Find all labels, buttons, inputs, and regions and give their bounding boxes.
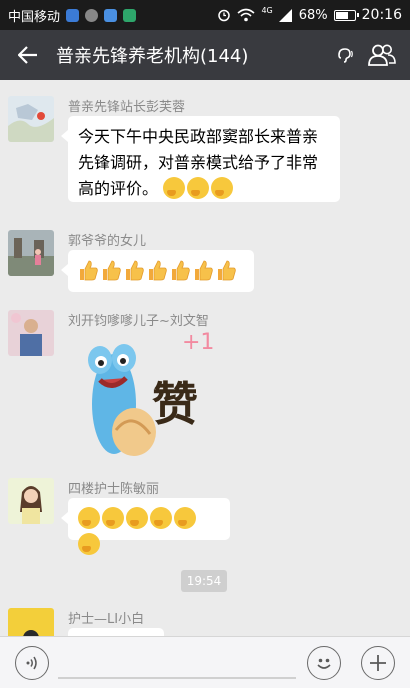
more-plus-button[interactable]	[361, 646, 395, 680]
signal-icon	[278, 8, 292, 22]
avatar[interactable]	[8, 310, 54, 356]
thumbs-up-icon	[149, 260, 167, 281]
alarm-icon	[218, 9, 231, 22]
voice-input-icon	[26, 656, 37, 670]
sender-name: 刘开钧嗲嗲儿子~刘文智	[68, 314, 209, 329]
emoji-group	[163, 177, 235, 199]
notification-app-icon	[66, 8, 80, 22]
sticker-image[interactable]: 赞 +1	[70, 330, 230, 462]
chat-message: 护士—LI小白	[8, 608, 402, 636]
clock: 20:16	[361, 7, 402, 23]
chat-message: 郭爷爷的女儿	[8, 230, 402, 300]
avatar-image	[8, 230, 54, 276]
avatar[interactable]	[8, 96, 54, 142]
emoji-button[interactable]	[307, 646, 341, 680]
sticker-plus-one: +1	[182, 330, 215, 355]
sender-name: 郭爷爷的女儿	[68, 234, 147, 249]
blush-emoji-icon	[78, 507, 100, 529]
notification-avatar-icon	[85, 8, 99, 22]
avatar[interactable]	[8, 478, 54, 524]
notification-doc-icon	[123, 8, 137, 22]
message-bubble[interactable]	[68, 628, 164, 636]
avatar[interactable]	[8, 608, 54, 636]
sender-name: 普亲先锋站长彭芙蓉	[68, 100, 186, 115]
network-type: 4G	[261, 5, 273, 15]
chat-message: 四楼护士陈敏丽	[8, 478, 402, 555]
blush-emoji-icon	[150, 507, 172, 529]
avatar-image	[8, 310, 54, 356]
message-bubble[interactable]	[61, 498, 230, 555]
blush-emoji-icon	[78, 533, 100, 555]
battery-level	[335, 11, 348, 19]
blush-emoji-icon	[126, 507, 148, 529]
avatar-image	[8, 478, 54, 524]
avatar-image	[8, 608, 54, 636]
emoji-group	[78, 507, 198, 555]
carrier-name: 中国移动	[8, 9, 61, 25]
blush-emoji-icon	[163, 177, 186, 199]
battery-icon	[333, 9, 359, 21]
time-divider: 19:54	[181, 570, 227, 592]
sender-name: 护士—LI小白	[68, 612, 145, 627]
battery-percent: 68%	[298, 7, 328, 23]
chat-message: 刘开钧嗲嗲儿子~刘文智 赞 +1	[8, 310, 402, 470]
group-members-button[interactable]	[354, 30, 410, 80]
chat-title: 普亲先锋养老机构(144)	[56, 46, 249, 67]
thumbs-up-icon	[218, 260, 236, 281]
message-bubble[interactable]: 今天下午中央民政部窦部长来普亲先锋调研，对普亲模式给予了非常高的评价。	[61, 116, 340, 202]
more-plus-icon	[370, 655, 386, 671]
thumbs-up-icon	[80, 260, 98, 281]
input-bar	[0, 636, 410, 688]
chat-header: 普亲先锋养老机构(144)	[0, 30, 410, 80]
chat-message-list[interactable]: 普亲先锋站长彭芙蓉 今天下午中央民政部窦部长来普亲先锋调研，对普亲模式给予了非常…	[0, 80, 410, 636]
voice-input-button[interactable]	[15, 646, 49, 680]
message-input[interactable]	[58, 677, 296, 679]
back-arrow-icon	[18, 46, 37, 64]
emoji-icon	[317, 658, 331, 669]
chat-message: 普亲先锋站长彭芙蓉 今天下午中央民政部窦部长来普亲先锋调研，对普亲模式给予了非常…	[8, 96, 402, 202]
notification-gallery-icon	[104, 8, 118, 22]
earpiece-mode-icon	[338, 48, 353, 63]
blush-emoji-icon	[187, 177, 210, 199]
avatar-image	[8, 96, 54, 142]
thumbs-up-icon	[103, 260, 121, 281]
blush-emoji-icon	[174, 507, 196, 529]
avatar[interactable]	[8, 230, 54, 276]
thumbs-up-group	[78, 260, 239, 281]
thumbs-up-icon	[172, 260, 190, 281]
thumbs-up-icon	[126, 260, 144, 281]
thumbs-up-icon	[195, 260, 213, 281]
blush-emoji-icon	[211, 177, 234, 199]
message-bubble[interactable]	[61, 250, 254, 292]
group-members-icon	[368, 44, 396, 66]
wifi-icon	[237, 8, 255, 22]
status-bar: 中国移动 4G 68% 20:16	[0, 0, 410, 30]
back-button[interactable]	[0, 30, 56, 80]
sender-name: 四楼护士陈敏丽	[68, 482, 160, 497]
sticker-caption: 赞	[152, 377, 198, 431]
blush-emoji-icon	[102, 507, 124, 529]
